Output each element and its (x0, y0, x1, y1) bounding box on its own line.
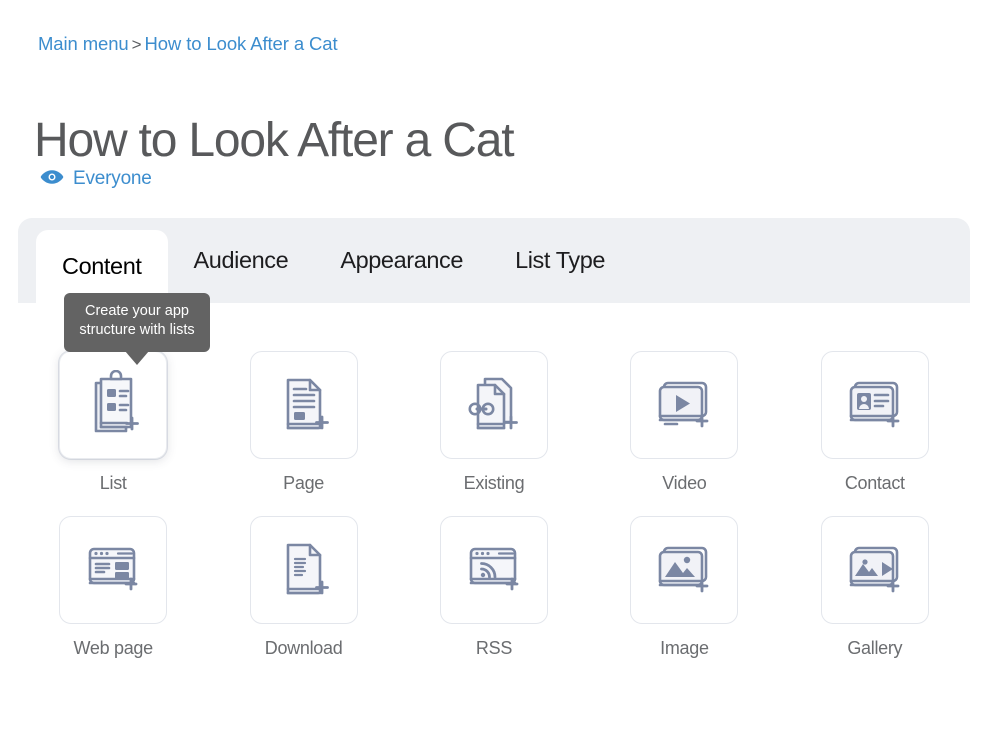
document-download-add-icon (269, 535, 339, 605)
tooltip: Create your app structure with lists (64, 293, 210, 365)
tile-page[interactable]: Page (208, 351, 398, 494)
tile-page-box[interactable] (249, 351, 358, 459)
tile-image-label: Image (660, 638, 709, 658)
tabs-row: Content Audience Appearance List Type (18, 218, 631, 303)
tooltip-arrow (125, 350, 149, 365)
clipboard-list-add-icon (78, 370, 148, 440)
tab-audience[interactable]: Audience (168, 218, 315, 303)
visibility-label: Everyone (73, 168, 152, 189)
tile-rss-box[interactable] (439, 516, 548, 624)
tile-page-label: Page (283, 473, 325, 493)
page-title: How to Look After a Cat (34, 114, 515, 168)
eye-icon (40, 169, 64, 190)
tile-download-box[interactable] (249, 516, 358, 624)
browser-rss-add-icon (459, 535, 529, 605)
image-gallery-add-icon (840, 535, 910, 605)
tab-list-type-label: List Type (515, 247, 606, 273)
tile-image[interactable]: Image (589, 516, 779, 659)
tab-appearance-label: Appearance (340, 247, 464, 273)
tile-web-page[interactable]: Web page (18, 516, 208, 659)
linked-documents-add-icon (459, 370, 529, 440)
content-type-grid: List Page Existing Video Contact Web pag… (18, 303, 970, 659)
tile-gallery-box[interactable] (820, 516, 929, 624)
tile-existing[interactable]: Existing (399, 351, 589, 494)
tile-existing-box[interactable] (439, 351, 548, 459)
tile-gallery[interactable]: Gallery (780, 516, 970, 659)
tile-download[interactable]: Download (208, 516, 398, 659)
tab-appearance[interactable]: Appearance (314, 218, 489, 303)
browser-window-add-icon (78, 535, 148, 605)
tile-video[interactable]: Video (589, 351, 779, 494)
tile-rss[interactable]: RSS (399, 516, 589, 659)
tile-contact-label: Contact (844, 473, 905, 493)
image-photo-add-icon (649, 535, 719, 605)
tile-contact-box[interactable] (820, 351, 929, 459)
tab-content-label: Content (62, 253, 142, 279)
tile-rss-label: RSS (475, 638, 513, 658)
tile-web-page-label: Web page (73, 638, 154, 658)
breadcrumb-parent-link[interactable]: Main menu (38, 33, 129, 54)
tile-list[interactable]: List (18, 351, 208, 494)
tile-existing-label: Existing (463, 473, 525, 493)
tile-video-label: Video (662, 473, 707, 493)
tile-image-box[interactable] (630, 516, 739, 624)
tab-audience-label: Audience (193, 247, 289, 273)
contact-card-add-icon (840, 370, 910, 440)
tile-list-box[interactable] (59, 351, 168, 459)
visibility-row[interactable]: Everyone (40, 168, 152, 190)
tile-gallery-label: Gallery (847, 638, 903, 658)
tile-video-box[interactable] (630, 351, 739, 459)
tooltip-text: Create your app structure with lists (79, 303, 195, 339)
tile-list-label: List (99, 473, 127, 493)
tile-download-label: Download (264, 638, 343, 658)
breadcrumb-current-link[interactable]: How to Look After a Cat (144, 33, 337, 54)
breadcrumb-separator: > (131, 35, 142, 54)
video-play-add-icon (649, 370, 719, 440)
tile-contact[interactable]: Contact (780, 351, 970, 494)
breadcrumb: Main menu > How to Look After a Cat (38, 33, 338, 55)
tile-web-page-box[interactable] (59, 516, 168, 624)
document-page-add-icon (269, 370, 339, 440)
tab-list-type[interactable]: List Type (489, 218, 631, 303)
